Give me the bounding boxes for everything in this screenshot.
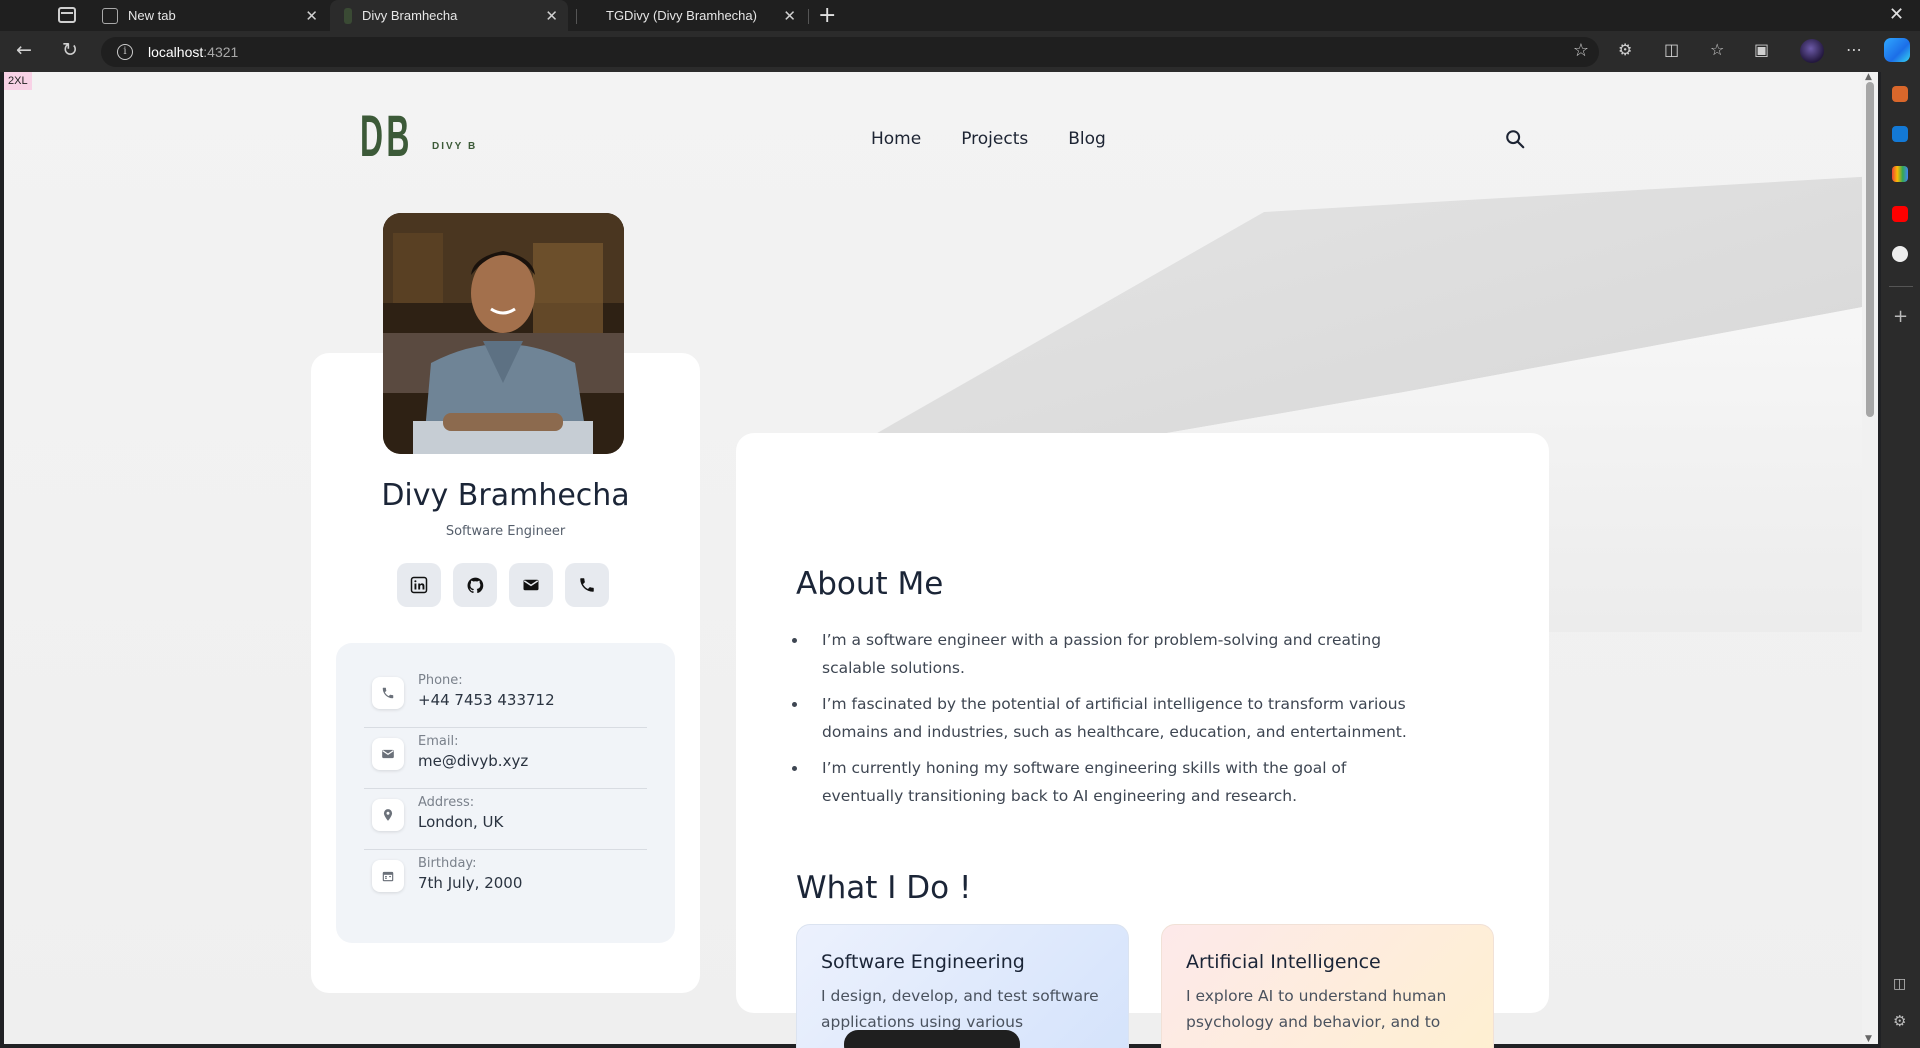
gmail-icon[interactable] <box>1892 166 1908 182</box>
address-field[interactable]: i localhost:4321 ☆ <box>101 37 1599 67</box>
breakpoint-badge: 2XL <box>4 72 32 90</box>
site-favicon-icon <box>344 7 352 24</box>
phone-icon <box>372 677 404 709</box>
service-description: I design, develop, and test software app… <box>821 987 1099 1031</box>
page-scrollbar[interactable]: ▲ ▼ <box>1862 72 1878 1044</box>
search-icon[interactable] <box>1504 128 1526 150</box>
toolbox-icon[interactable] <box>1892 86 1908 102</box>
sidebar-divider <box>1889 286 1913 287</box>
phone-icon <box>580 578 594 592</box>
list-item: I’m currently honing my software enginee… <box>808 754 1408 810</box>
birthday-value: 7th July, 2000 <box>418 874 523 892</box>
profile-name: Divy Bramhecha <box>381 478 630 513</box>
tab-title: TGDivy (Divy Bramhecha) <box>606 8 757 23</box>
tab-title: Divy Bramhecha <box>362 8 458 23</box>
phone-button[interactable] <box>565 563 609 607</box>
add-sidebar-app-icon[interactable]: + <box>1893 306 1908 327</box>
github-icon[interactable] <box>1892 246 1908 262</box>
youtube-icon[interactable] <box>1892 206 1908 222</box>
linkedin-icon <box>410 576 428 594</box>
contact-address: Address: London, UK <box>364 789 647 850</box>
extensions-icon[interactable]: ⚙ <box>1618 40 1632 59</box>
email-value[interactable]: me@divyb.xyz <box>418 752 528 770</box>
copilot-icon[interactable] <box>1884 38 1910 62</box>
profile-role: Software Engineer <box>445 524 566 539</box>
page-icon <box>102 7 118 24</box>
scroll-up-icon[interactable]: ▲ <box>1865 72 1872 82</box>
contact-phone: Phone: +44 7453 433712 <box>364 667 647 728</box>
outlook-icon[interactable] <box>1892 126 1908 142</box>
github-button[interactable] <box>453 563 497 607</box>
hide-sidebar-icon[interactable]: ◫ <box>1893 976 1906 992</box>
contact-info-panel: Phone: +44 7453 433712 Email: me@divyb.x… <box>336 643 675 943</box>
github-icon <box>467 577 483 593</box>
tab-strip: New tab ✕ Divy Bramhecha ✕ TGDivy (Divy … <box>0 0 1920 31</box>
sidebar-settings-icon[interactable]: ⚙ <box>1893 1012 1906 1030</box>
floating-toolbar[interactable] <box>844 1030 1020 1048</box>
email-button[interactable] <box>509 563 553 607</box>
close-tab-icon[interactable]: ✕ <box>305 7 318 25</box>
list-item: I’m a software engineer with a passion f… <box>808 626 1408 682</box>
contact-birthday: Birthday: 7th July, 2000 <box>364 850 647 911</box>
url-text: localhost:4321 <box>148 44 239 60</box>
nav-blog[interactable]: Blog <box>1068 129 1106 149</box>
scrollbar-thumb[interactable] <box>1866 82 1874 417</box>
service-card-artificial-intelligence: Artificial Intelligence I explore AI to … <box>1161 924 1494 1048</box>
tab-title: New tab <box>128 8 176 23</box>
location-pin-icon <box>372 799 404 831</box>
address-value: London, UK <box>418 813 504 831</box>
profile-photo <box>383 213 624 454</box>
tab-actions-icon[interactable] <box>58 7 76 23</box>
address-bar-row: ← ↻ i localhost:4321 ☆ ⚙ ◫ ☆ ▣ ⋯ <box>0 31 1920 72</box>
tab-tgdivy[interactable]: TGDivy (Divy Bramhecha) ✕ <box>594 0 806 31</box>
service-title: Artificial Intelligence <box>1186 951 1381 973</box>
service-title: Software Engineering <box>821 951 1025 973</box>
tab-new-tab[interactable]: New tab ✕ <box>94 0 328 31</box>
service-description: I explore AI to understand human psychol… <box>1186 987 1447 1031</box>
edge-sidebar: + ◫ ⚙ <box>1881 72 1920 1048</box>
phone-value[interactable]: +44 7453 433712 <box>418 691 555 709</box>
split-screen-icon[interactable]: ◫ <box>1664 40 1679 59</box>
site-info-icon[interactable]: i <box>117 44 133 60</box>
mail-icon <box>372 738 404 770</box>
tab-divider <box>576 9 577 24</box>
linkedin-button[interactable] <box>397 563 441 607</box>
window-close-icon[interactable]: ✕ <box>1889 4 1904 25</box>
site-logo[interactable]: DB DIVY B <box>360 108 477 166</box>
main-nav: Home Projects Blog <box>871 129 1106 149</box>
back-icon[interactable]: ← <box>16 39 32 61</box>
contact-email: Email: me@divyb.xyz <box>364 728 647 789</box>
more-options-icon[interactable]: ⋯ <box>1846 40 1862 59</box>
close-tab-icon[interactable]: ✕ <box>545 7 558 25</box>
favorites-icon[interactable]: ☆ <box>1710 40 1724 59</box>
mail-icon <box>523 579 539 591</box>
close-tab-icon[interactable]: ✕ <box>783 7 796 25</box>
profile-avatar[interactable] <box>1800 39 1824 63</box>
reload-icon[interactable]: ↻ <box>62 39 78 61</box>
nav-home[interactable]: Home <box>871 129 921 149</box>
scroll-down-icon[interactable]: ▼ <box>1865 1034 1872 1044</box>
new-tab-icon[interactable]: + <box>818 3 836 28</box>
list-item: I’m fascinated by the potential of artif… <box>808 690 1408 746</box>
nav-projects[interactable]: Projects <box>961 129 1028 149</box>
favorite-star-icon[interactable]: ☆ <box>1573 40 1589 61</box>
social-links <box>397 563 609 607</box>
tab-divider <box>808 9 809 24</box>
about-me-list: I’m a software engineer with a passion f… <box>808 626 1408 818</box>
tab-divy-bramhecha[interactable]: Divy Bramhecha ✕ <box>330 0 568 31</box>
calendar-icon <box>372 860 404 892</box>
what-i-do-heading: What I Do ! <box>796 870 972 906</box>
collections-icon[interactable]: ▣ <box>1754 40 1769 59</box>
about-me-heading: About Me <box>796 566 944 602</box>
